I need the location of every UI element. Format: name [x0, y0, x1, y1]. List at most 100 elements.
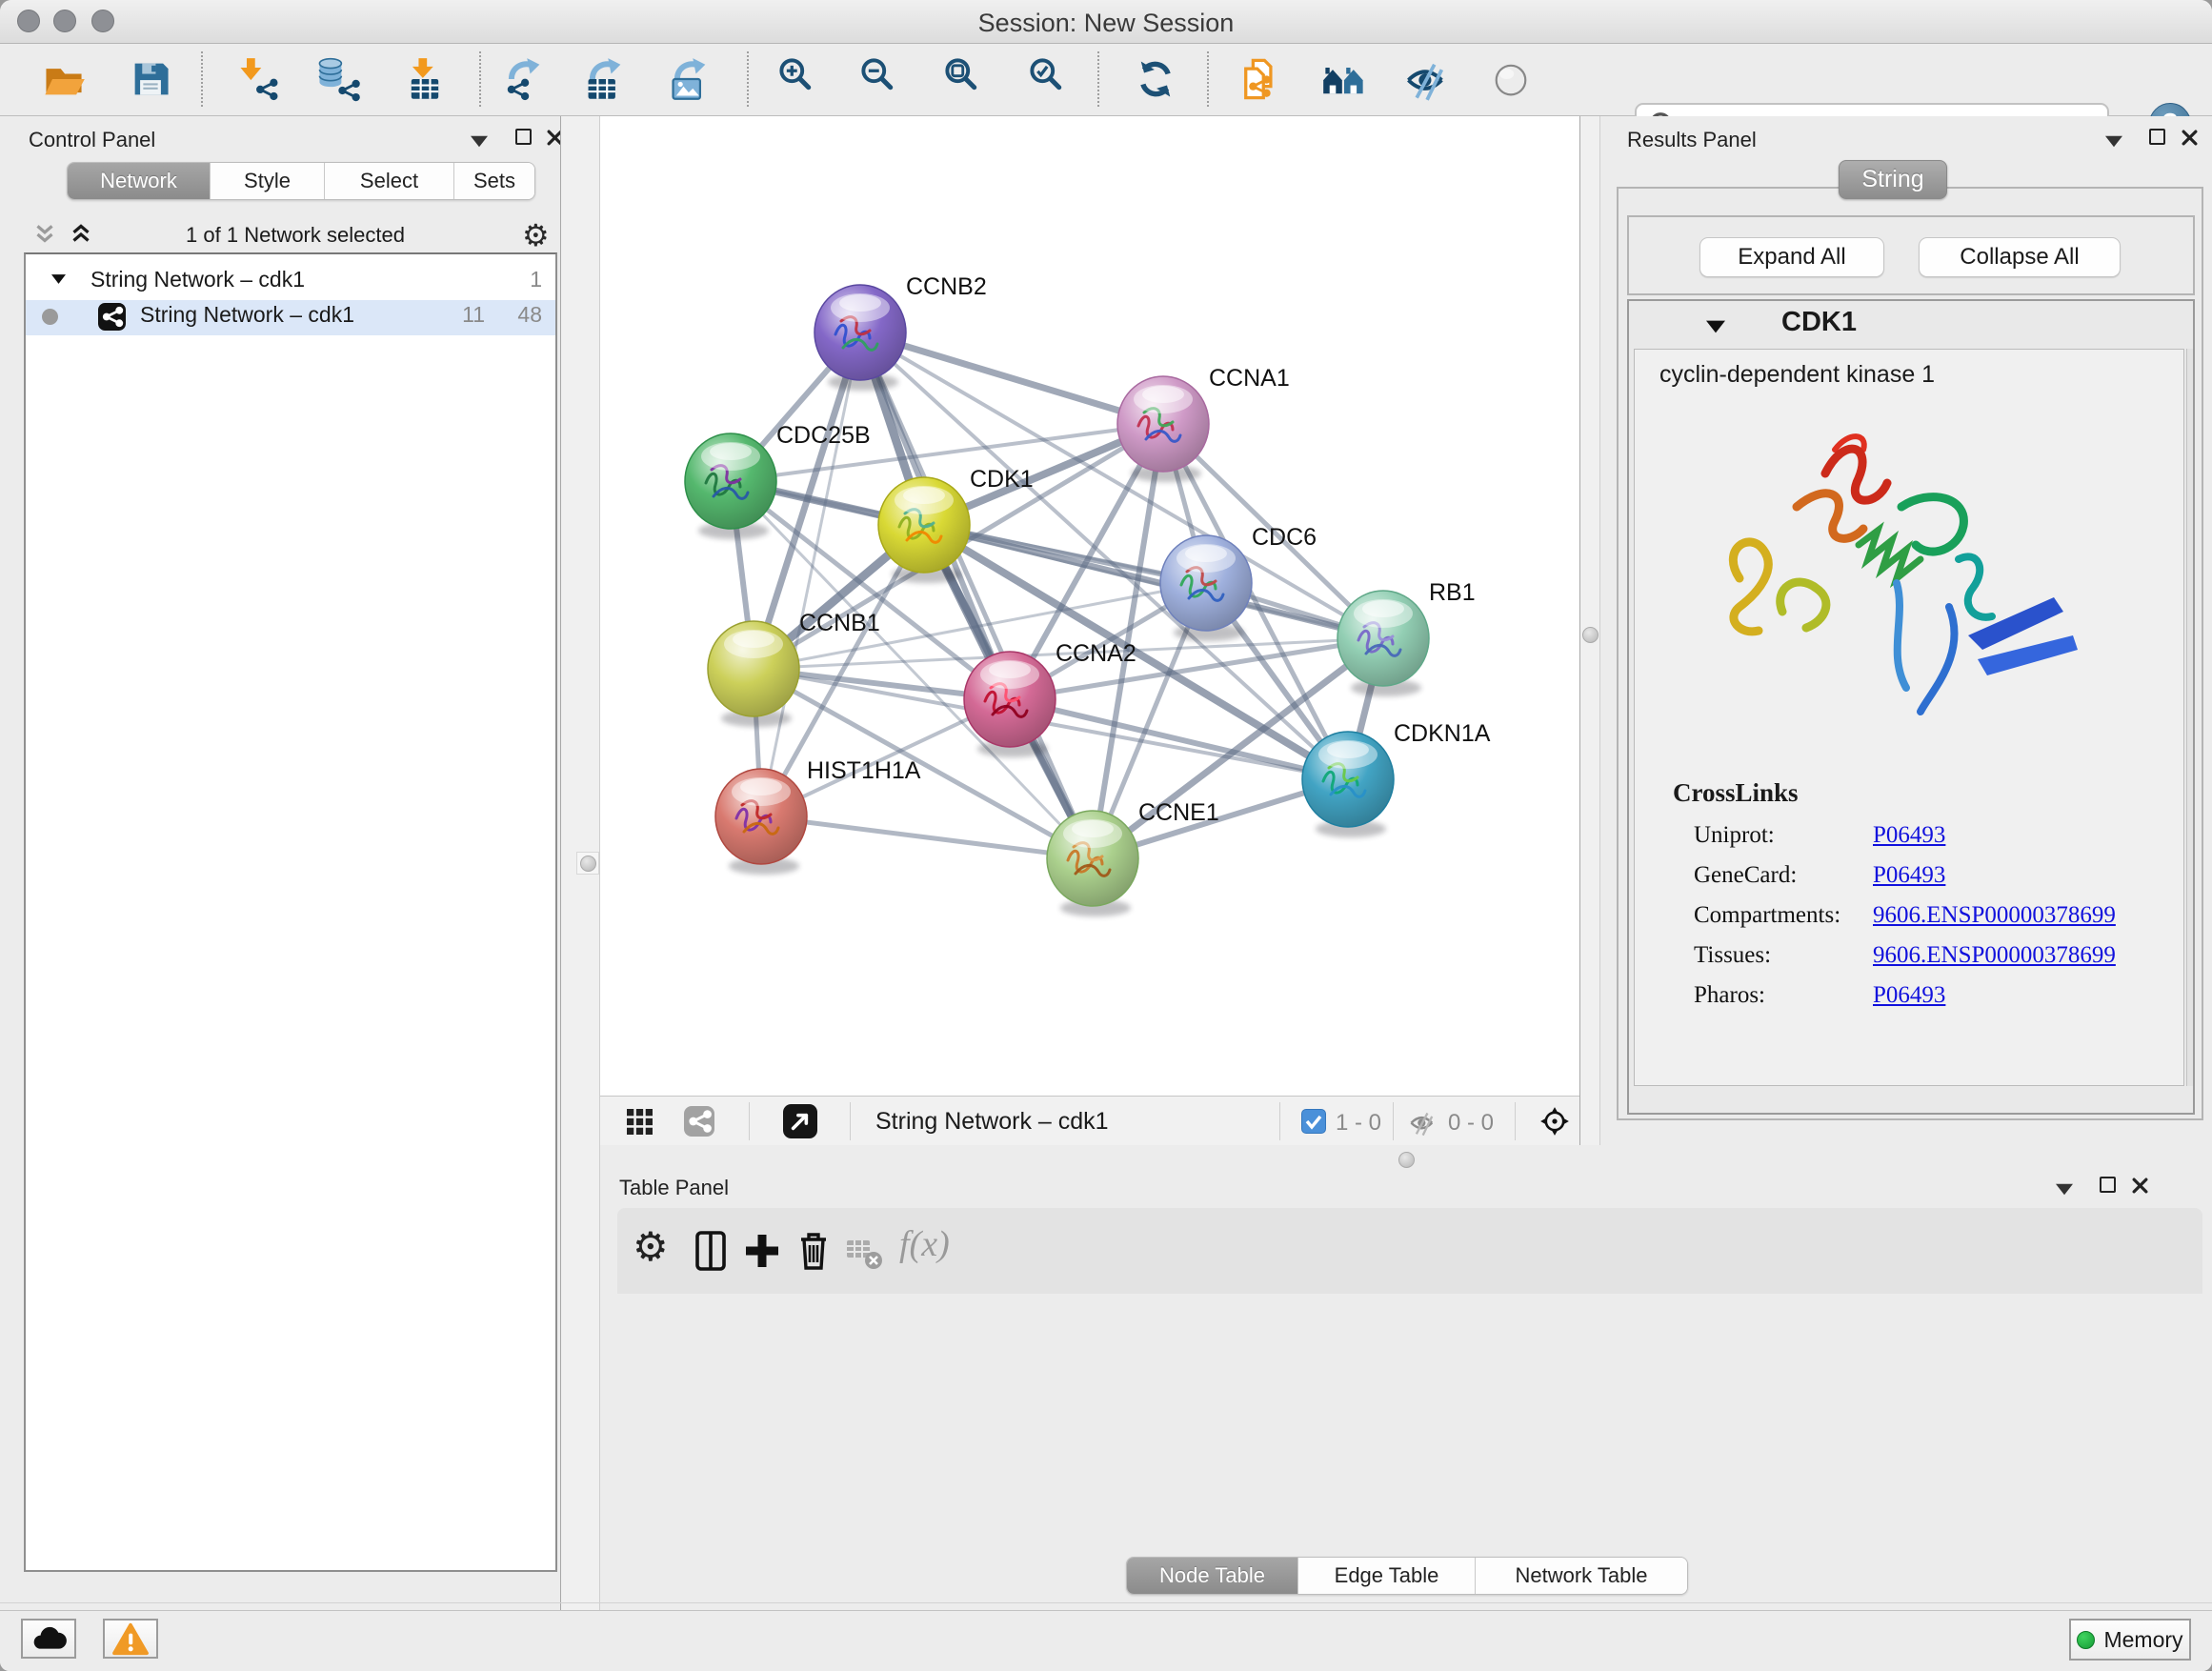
export-network-icon[interactable]	[501, 56, 547, 102]
show-all-icon[interactable]	[1488, 56, 1534, 102]
zoom-fit-icon[interactable]	[943, 56, 989, 102]
cloud-status-button[interactable]	[21, 1619, 76, 1659]
collapse-all-chevron-icon[interactable]	[32, 221, 57, 248]
import-table-icon[interactable]	[402, 56, 448, 102]
crosslink-label: Tissues:	[1694, 942, 1873, 982]
birds-eye-view-icon[interactable]	[783, 1104, 817, 1138]
zoom-in-icon[interactable]	[777, 56, 823, 102]
panel-menu-icon[interactable]	[471, 135, 488, 148]
panel-float-icon[interactable]	[2100, 1177, 2116, 1193]
show-columns-icon[interactable]	[690, 1229, 732, 1273]
tab-network-table[interactable]: Network Table	[1476, 1558, 1687, 1594]
network-row-selected[interactable]: String Network – cdk1 11 48	[26, 300, 555, 335]
hide-selected-icon[interactable]	[1403, 56, 1449, 102]
panel-float-icon[interactable]	[515, 129, 532, 145]
control-panel-tabs: NetworkStyleSelectSets	[67, 162, 535, 200]
crosslink-link[interactable]: 9606.ENSP00000378699	[1873, 902, 2116, 942]
delete-column-icon[interactable]	[793, 1229, 835, 1273]
memory-ok-dot	[2077, 1631, 2095, 1649]
toolbar-separator	[201, 51, 203, 107]
node-gloss	[989, 661, 1031, 678]
import-network-database-icon[interactable]	[314, 56, 360, 102]
panel-menu-icon[interactable]	[2105, 135, 2122, 148]
network-collection-row[interactable]: String Network – cdk1 1	[26, 265, 555, 300]
tab-network[interactable]: Network	[68, 163, 211, 199]
edge-ccnb2-ccna1[interactable]	[860, 332, 1163, 424]
fit-selected-crosshair-icon[interactable]	[1535, 1101, 1575, 1141]
panel-float-icon[interactable]	[2149, 129, 2165, 145]
houses-icon[interactable]	[1321, 56, 1367, 102]
node-cdkn1a[interactable]: CDKN1A	[1302, 720, 1491, 837]
results-panel-title: Results Panel	[1627, 128, 1757, 152]
zoom-selected-icon[interactable]	[1028, 56, 1074, 102]
node-label: CDC25B	[776, 422, 871, 449]
crosslink-link[interactable]: P06493	[1873, 982, 1945, 1022]
network-row-label: String Network – cdk1	[140, 302, 354, 328]
splitter-handle[interactable]	[576, 852, 599, 875]
zoom-out-icon[interactable]	[859, 56, 905, 102]
import-network-file-icon[interactable]	[235, 56, 281, 102]
crosslink-link[interactable]: P06493	[1873, 862, 1945, 902]
clone-network-icon[interactable]	[1237, 56, 1283, 102]
results-scrollbar[interactable]	[2186, 349, 2193, 1086]
crosslink-link[interactable]: P06493	[1873, 822, 1945, 862]
node-gloss	[1362, 600, 1404, 617]
refresh-view-icon[interactable]	[1133, 56, 1178, 102]
string-network-graph[interactable]: CCNB2CCNA1CDC25BCDK1CDC6RB1CCNB1CCNA2CDK…	[600, 116, 1579, 1096]
expand-all-chevron-icon[interactable]	[69, 221, 93, 248]
crosslink-link[interactable]: 9606.ENSP00000378699	[1873, 942, 2116, 982]
create-column-icon[interactable]	[741, 1229, 783, 1273]
network-icon-gray[interactable]	[684, 1106, 714, 1137]
save-session-icon[interactable]	[128, 56, 173, 102]
status-bar: Memory	[0, 1610, 2212, 1671]
node-rb1[interactable]: RB1	[1337, 579, 1476, 696]
export-table-icon[interactable]	[582, 56, 628, 102]
warning-status-button[interactable]	[103, 1619, 158, 1659]
tab-select[interactable]: Select	[325, 163, 454, 199]
network-selection-status: 1 of 1 Network selected	[124, 223, 467, 248]
splitter-handle[interactable]	[1398, 1152, 1415, 1168]
crosslink-label: Pharos:	[1694, 982, 1873, 1022]
selected-count-checkbox[interactable]	[1301, 1109, 1326, 1134]
tab-string[interactable]: String	[1839, 160, 1947, 199]
expand-all-button[interactable]: Expand All	[1699, 237, 1884, 277]
memory-button[interactable]: Memory	[2069, 1619, 2191, 1661]
network-canvas[interactable]: CCNB2CCNA1CDC25BCDK1CDC6RB1CCNB1CCNA2CDK…	[600, 116, 1579, 1096]
panel-close-icon[interactable]	[2132, 1178, 2148, 1194]
left-panel-splitter[interactable]	[560, 116, 600, 1610]
edge-ccnb2-hist1h1a[interactable]	[761, 332, 860, 816]
right-panel-splitter[interactable]	[1579, 116, 1600, 1145]
tab-node-table[interactable]: Node Table	[1127, 1558, 1298, 1594]
node-ccnb1[interactable]: CCNB1	[708, 610, 880, 727]
node-gloss	[733, 631, 774, 648]
tab-sets[interactable]: Sets	[454, 163, 534, 199]
edge-hist1h1a-ccne1[interactable]	[761, 816, 1093, 858]
section-collapse-icon[interactable]	[1706, 320, 1725, 333]
crosslink-label: Compartments:	[1694, 902, 1873, 942]
table-panel-title: Table Panel	[619, 1176, 729, 1200]
export-image-icon[interactable]	[667, 56, 713, 102]
node-ccne1[interactable]: CCNE1	[1047, 799, 1219, 916]
collapse-all-button[interactable]: Collapse All	[1919, 237, 2121, 277]
network-options-gear-icon[interactable]: ⚙	[522, 217, 550, 253]
panel-menu-icon[interactable]	[2056, 1183, 2073, 1196]
splitter-handle[interactable]	[1582, 627, 1599, 643]
toolbar-separator	[479, 51, 481, 107]
node-cdc25b[interactable]: CDC25B	[685, 422, 871, 539]
separator	[850, 1102, 851, 1140]
tab-style[interactable]: Style	[211, 163, 325, 199]
node-label: CDC6	[1252, 524, 1317, 551]
tab-edge-table[interactable]: Edge Table	[1298, 1558, 1476, 1594]
node-ccnb2[interactable]: CCNB2	[814, 273, 987, 391]
open-session-icon[interactable]	[41, 56, 87, 102]
grid-view-icon[interactable]	[627, 1109, 653, 1135]
tree-expand-icon[interactable]	[51, 274, 66, 284]
table-settings-gear-icon[interactable]: ⚙	[633, 1223, 669, 1270]
node-hist1h1a[interactable]: HIST1H1A	[715, 757, 921, 875]
network-collection-label: String Network – cdk1	[90, 267, 305, 292]
node-label: CCNA1	[1209, 365, 1290, 392]
network-edge-count: 48	[502, 302, 542, 328]
control-panel: Control Panel NetworkStyleSelectSets 1 o…	[0, 116, 560, 1610]
panel-close-icon[interactable]	[2182, 130, 2198, 146]
node-label: CCNA2	[1056, 640, 1136, 667]
